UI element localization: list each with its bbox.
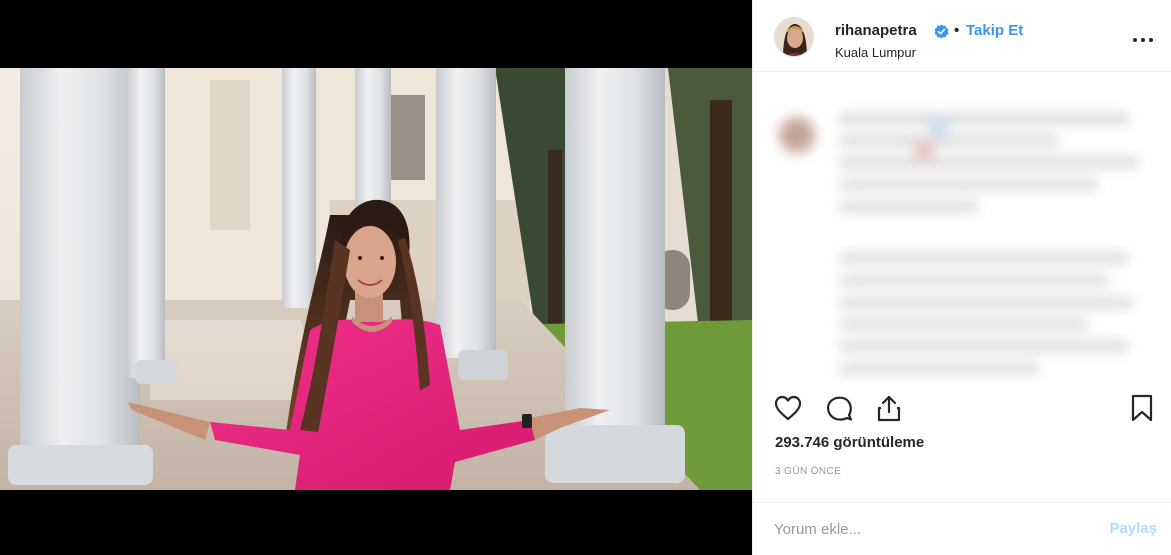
avatar[interactable] [774,17,814,57]
share-icon[interactable] [873,393,905,423]
post-sidebar: rihanapetra • Takip Et Kuala Lumpur 293.… [752,0,1171,555]
comment-input[interactable] [774,517,1074,541]
view-count[interactable]: 293.746 görüntüleme [775,434,924,451]
post-header: rihanapetra • Takip Et Kuala Lumpur [753,0,1171,72]
post-comment-button[interactable]: Paylaş [1109,520,1157,537]
post-timestamp[interactable]: 3 GÜN ÖNCE [775,466,841,477]
blurred-comments [779,113,1139,374]
video-frame [0,0,752,555]
bookmark-icon[interactable] [1126,393,1158,423]
avatar-image [775,18,813,56]
follow-button[interactable]: Takip Et [966,22,1023,39]
instagram-post-view: rihanapetra • Takip Et Kuala Lumpur 293.… [0,0,1171,555]
username[interactable]: rihanapetra [835,22,917,39]
heart-icon[interactable] [772,393,804,423]
action-bar [753,393,1171,423]
separator-dot: • [954,22,960,39]
comment-icon[interactable] [823,393,855,423]
comment-composer: Paylaş [753,502,1171,555]
more-options-icon[interactable] [1131,28,1155,44]
video-player[interactable] [0,0,752,555]
location-link[interactable]: Kuala Lumpur [835,45,916,60]
comments-area-blurred [753,73,1171,393]
verified-badge-icon [934,24,949,39]
